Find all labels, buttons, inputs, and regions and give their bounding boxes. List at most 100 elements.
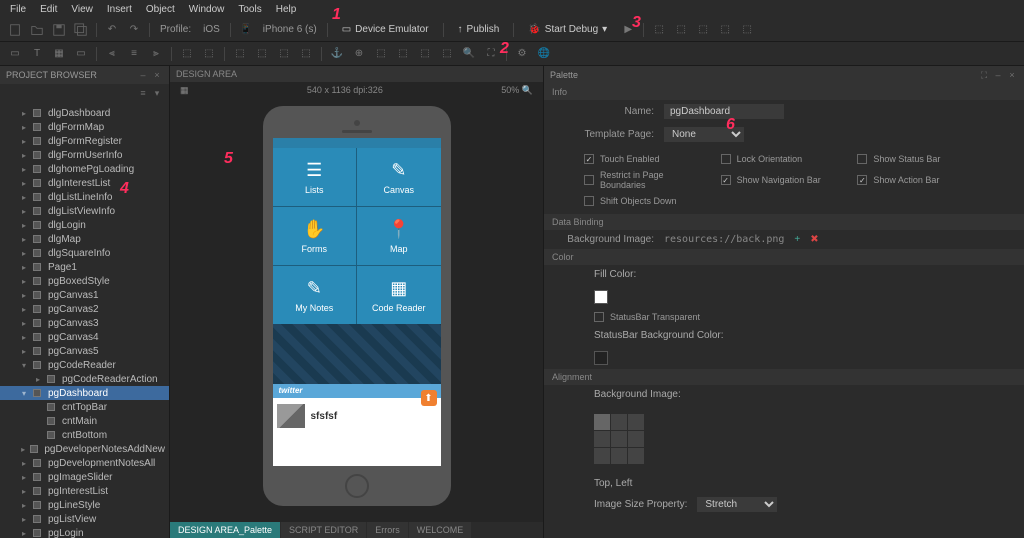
upload-icon[interactable]: ⬆ — [421, 390, 437, 406]
tree-item-pgDevelopmentNotesAll[interactable]: ▸pgDevelopmentNotesAll — [0, 456, 169, 470]
menu-file[interactable]: File — [4, 2, 32, 17]
menu-view[interactable]: View — [65, 2, 99, 17]
alignment-grid[interactable] — [594, 414, 644, 464]
palette-min-icon[interactable]: ‒ — [992, 70, 1004, 81]
menu-help[interactable]: Help — [270, 2, 303, 17]
menu-tools[interactable]: Tools — [232, 2, 267, 17]
tree-item-dlgFormRegister[interactable]: ▸dlgFormRegister — [0, 134, 169, 148]
tree-item-pgCanvas5[interactable]: ▸pgCanvas5 — [0, 344, 169, 358]
project-tree[interactable]: ▸dlgDashboard▸dlgFormMap▸dlgFormRegister… — [0, 102, 169, 538]
tree-item-dlgFormUserInfo[interactable]: ▸dlgFormUserInfo — [0, 148, 169, 162]
phone-icon[interactable]: 📱 — [237, 21, 255, 39]
target-icon[interactable]: ⊕ — [350, 45, 368, 63]
tab-script-editor[interactable]: SCRIPT EDITOR — [281, 522, 366, 538]
align-center-icon[interactable]: ≡ — [125, 45, 143, 63]
add-bg-icon[interactable]: + — [794, 234, 800, 245]
debug-step4-icon[interactable]: ⬚ — [716, 21, 734, 39]
tree-item-pgDeveloperNotesAddNew[interactable]: ▸pgDeveloperNotesAddNew — [0, 442, 169, 456]
tree-item-dlgLogin[interactable]: ▸dlgLogin — [0, 218, 169, 232]
misc1-icon[interactable]: ⬚ — [372, 45, 390, 63]
tool-rect-icon[interactable]: ▭ — [6, 45, 24, 63]
save-icon[interactable] — [50, 21, 68, 39]
palette-close-icon[interactable]: × — [1006, 70, 1018, 81]
device-emulator-button[interactable]: ▭Device Emulator — [334, 22, 437, 37]
panel-close-icon[interactable]: × — [151, 70, 163, 80]
tile-forms[interactable]: ✋Forms — [273, 207, 357, 265]
new-icon[interactable] — [6, 21, 24, 39]
dist-v-icon[interactable]: ⬚ — [200, 45, 218, 63]
align-right-icon[interactable]: ⫸ — [147, 45, 165, 63]
tree-item-dlgFormMap[interactable]: ▸dlgFormMap — [0, 120, 169, 134]
tree-item-dlgListLineInfo[interactable]: ▸dlgListLineInfo — [0, 190, 169, 204]
tile-lists[interactable]: ☰Lists — [273, 148, 357, 206]
menu-object[interactable]: Object — [140, 2, 181, 17]
tree-item-pgCodeReaderAction[interactable]: ▸pgCodeReaderAction — [0, 372, 169, 386]
phone-screen[interactable]: ☰Lists✎Canvas✋Forms📍Map✎My Notes▦Code Re… — [273, 138, 441, 466]
ungroup-icon[interactable]: ⬚ — [253, 45, 271, 63]
tree-item-dlgListViewInfo[interactable]: ▸dlgListViewInfo — [0, 204, 169, 218]
debug-step1-icon[interactable]: ⬚ — [650, 21, 668, 39]
settings-icon[interactable]: ⚙ — [513, 45, 531, 63]
debug-step2-icon[interactable]: ⬚ — [672, 21, 690, 39]
tree-item-Page1[interactable]: ▸Page1 — [0, 260, 169, 274]
fill-color-swatch[interactable] — [594, 290, 608, 304]
tree-item-pgCanvas1[interactable]: ▸pgCanvas1 — [0, 288, 169, 302]
debug-button[interactable]: 🐞Start Debug▾ — [520, 22, 615, 37]
zoom-in-icon[interactable]: 🔍 — [460, 45, 478, 63]
tree-item-pgCodeReader[interactable]: ▾pgCodeReader — [0, 358, 169, 372]
dist-h-icon[interactable]: ⬚ — [178, 45, 196, 63]
tile-map[interactable]: 📍Map — [357, 207, 441, 265]
tab-welcome[interactable]: WELCOME — [409, 522, 472, 538]
tree-item-pgImageSlider[interactable]: ▸pgImageSlider — [0, 470, 169, 484]
tree-item-dlgDashboard[interactable]: ▸dlgDashboard — [0, 106, 169, 120]
globe-icon[interactable]: 🌐 — [535, 45, 553, 63]
open-icon[interactable] — [28, 21, 46, 39]
remove-bg-icon[interactable]: ✖ — [810, 234, 818, 245]
misc2-icon[interactable]: ⬚ — [394, 45, 412, 63]
zoom-icon[interactable]: 🔍 — [522, 85, 533, 95]
tree-item-pgLineStyle[interactable]: ▸pgLineStyle — [0, 498, 169, 512]
menu-edit[interactable]: Edit — [34, 2, 63, 17]
check-lock-orientation[interactable]: Lock Orientation — [721, 154, 848, 164]
statusbar-transparent-checkbox[interactable] — [594, 312, 604, 322]
fit-icon[interactable]: ⛶ — [482, 45, 500, 63]
check-touch-enabled[interactable]: Touch Enabled — [584, 154, 711, 164]
menu-window[interactable]: Window — [183, 2, 231, 17]
tree-item-dlgInterestList[interactable]: ▸dlgInterestList — [0, 176, 169, 190]
menu-insert[interactable]: Insert — [101, 2, 138, 17]
tile-canvas[interactable]: ✎Canvas — [357, 148, 441, 206]
undo-icon[interactable]: ↶ — [103, 21, 121, 39]
save-all-icon[interactable] — [72, 21, 90, 39]
tree-menu-icon[interactable]: ▾ — [151, 88, 163, 99]
check-restrict-in-page-boundaries[interactable]: Restrict in Page Boundaries — [584, 170, 711, 190]
group-icon[interactable]: ⬚ — [231, 45, 249, 63]
tab-errors[interactable]: Errors — [367, 522, 408, 538]
tree-item-cntBottom[interactable]: cntBottom — [0, 428, 169, 442]
tree-item-cntTopBar[interactable]: cntTopBar — [0, 400, 169, 414]
palette-expand-icon[interactable]: ⛶ — [978, 70, 990, 81]
tree-item-dlgMap[interactable]: ▸dlgMap — [0, 232, 169, 246]
align-left-icon[interactable]: ⫷ — [103, 45, 121, 63]
tree-item-pgDashboard[interactable]: ▾pgDashboard — [0, 386, 169, 400]
misc3-icon[interactable]: ⬚ — [416, 45, 434, 63]
tool-image-icon[interactable]: ▦ — [50, 45, 68, 63]
name-input[interactable] — [664, 104, 784, 119]
tree-item-pgCanvas2[interactable]: ▸pgCanvas2 — [0, 302, 169, 316]
redo-icon[interactable]: ↷ — [125, 21, 143, 39]
tree-item-pgInterestList[interactable]: ▸pgInterestList — [0, 484, 169, 498]
misc4-icon[interactable]: ⬚ — [438, 45, 456, 63]
zoom-level[interactable]: 50% — [501, 85, 519, 95]
img-size-select[interactable]: Stretch — [697, 497, 777, 512]
publish-button[interactable]: ↑Publish — [450, 22, 508, 37]
tree-item-dlghomePgLoading[interactable]: ▸dlghomePgLoading — [0, 162, 169, 176]
tree-item-cntMain[interactable]: cntMain — [0, 414, 169, 428]
tool-text-icon[interactable]: T — [28, 45, 46, 63]
profile-value[interactable]: iOS — [199, 24, 224, 35]
tile-my-notes[interactable]: ✎My Notes — [273, 266, 357, 324]
tree-item-pgCanvas3[interactable]: ▸pgCanvas3 — [0, 316, 169, 330]
device-label[interactable]: iPhone 6 (s) — [259, 24, 321, 35]
check-shift-objects-down[interactable]: Shift Objects Down — [584, 196, 711, 206]
layout2-icon[interactable]: ⬚ — [297, 45, 315, 63]
check-show-navigation-bar[interactable]: Show Navigation Bar — [721, 170, 848, 190]
debug-step5-icon[interactable]: ⬚ — [738, 21, 756, 39]
